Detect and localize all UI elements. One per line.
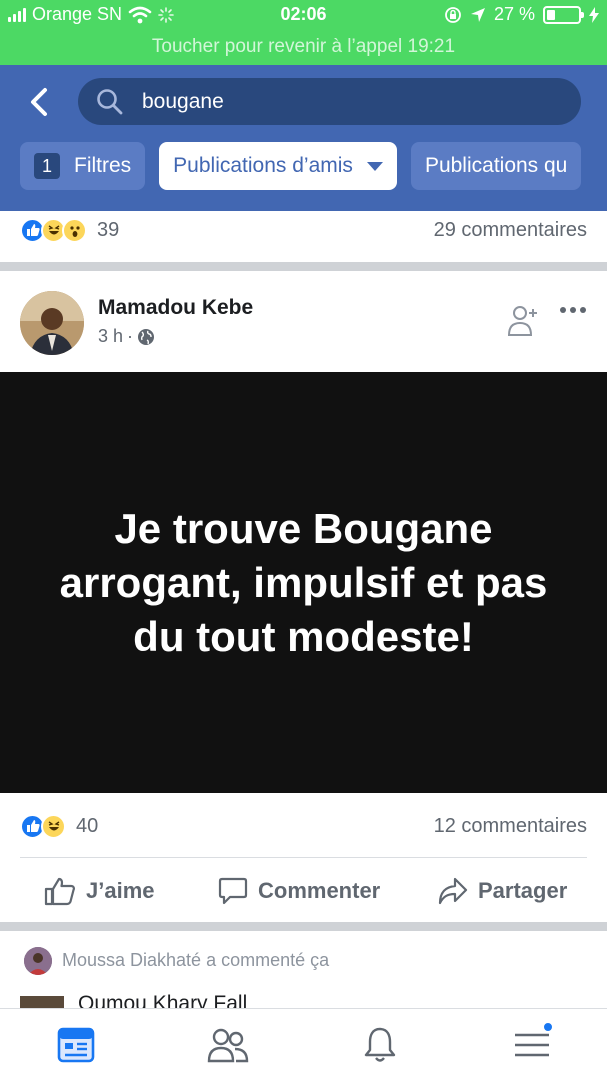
battery-percent: 27 % [493, 4, 535, 24]
battery-icon [543, 5, 584, 24]
post-meta: 3 h · [98, 326, 155, 347]
return-to-call-banner[interactable]: Toucher pour revenir à l’appel 19:21 [0, 36, 607, 58]
notification-dot [542, 1021, 554, 1033]
filters-button[interactable]: 1 Filtres [20, 142, 146, 190]
caret-down-icon [366, 161, 383, 171]
tab-news-feed[interactable] [54, 1025, 98, 1065]
search-header: bougane 1 Filtres Publications d’amis Pu… [0, 65, 607, 211]
search-query: bougane [142, 89, 224, 113]
commenter-avatar[interactable] [24, 947, 52, 975]
status-bar[interactable]: Orange SN 02:06 27 % Toucher pour reveni… [0, 0, 607, 65]
filters-label: Filtres [74, 154, 132, 177]
share-button[interactable]: Partager [438, 877, 567, 905]
author-name[interactable]: Mamadou Kebe [98, 296, 253, 320]
tab-notifications[interactable] [358, 1025, 402, 1065]
share-label: Partager [478, 878, 568, 903]
tab-menu[interactable] [510, 1021, 554, 1065]
back-button[interactable] [22, 85, 56, 119]
public-posts-filter[interactable]: Publications qu [410, 142, 582, 190]
post-separator [0, 922, 607, 931]
reaction-count: 39 [97, 218, 120, 241]
like-label: J’aime [86, 878, 155, 903]
more-dots-icon [560, 307, 566, 313]
news-feed-icon [57, 1027, 95, 1063]
haha-reaction-icon [41, 813, 66, 839]
search-icon [97, 88, 123, 114]
post-reactions[interactable]: 40 12 commentaires [0, 806, 607, 846]
public-posts-label: Publications qu [424, 154, 568, 177]
post-text: Je trouve Bougane arrogant, impulsif et … [59, 504, 548, 660]
bottom-tab-bar [0, 1008, 607, 1080]
search-input[interactable]: bougane [78, 78, 581, 125]
more-options-button[interactable] [560, 300, 590, 320]
location-arrow-icon [470, 7, 485, 22]
comments-count-link[interactable]: 29 commentaires [434, 219, 587, 242]
friends-icon [207, 1028, 249, 1063]
friends-posts-label: Publications d’amis [173, 154, 353, 177]
thumbs-up-icon [44, 877, 75, 906]
globe-icon [138, 328, 155, 345]
filter-count-badge: 1 [34, 153, 60, 179]
comment-label: Commenter [258, 878, 381, 903]
wow-reaction-icon [62, 217, 87, 243]
bell-icon [364, 1027, 396, 1062]
activity-text: Moussa Diakhaté a commenté ça [62, 950, 330, 970]
filter-chips: 1 Filtres Publications d’amis Publicatio… [20, 142, 607, 190]
post-actions: J’aime Commenter Partager [0, 864, 607, 918]
tab-friends[interactable] [206, 1025, 250, 1065]
friends-posts-filter[interactable]: Publications d’amis [159, 142, 397, 190]
previous-post-reactions[interactable]: 39 29 commentaires [0, 210, 607, 250]
orientation-lock-icon [445, 6, 461, 23]
post-separator [0, 262, 607, 271]
menu-icon [515, 1033, 549, 1057]
like-button[interactable]: J’aime [44, 876, 155, 906]
share-arrow-icon [438, 877, 468, 905]
add-friend-icon [507, 306, 537, 336]
chevron-left-icon [31, 88, 47, 116]
charging-bolt-icon [589, 6, 599, 23]
comment-button[interactable]: Commenter [218, 876, 380, 906]
post-text-image[interactable]: Je trouve Bougane arrogant, impulsif et … [0, 372, 607, 793]
post-time[interactable]: 3 h [98, 326, 123, 347]
comment-bubble-icon [218, 877, 248, 905]
reaction-count: 40 [76, 814, 99, 837]
comments-count-link[interactable]: 12 commentaires [434, 815, 587, 838]
author-avatar[interactable] [20, 291, 84, 355]
add-friend-button[interactable] [505, 303, 541, 339]
actions-divider [20, 857, 587, 858]
